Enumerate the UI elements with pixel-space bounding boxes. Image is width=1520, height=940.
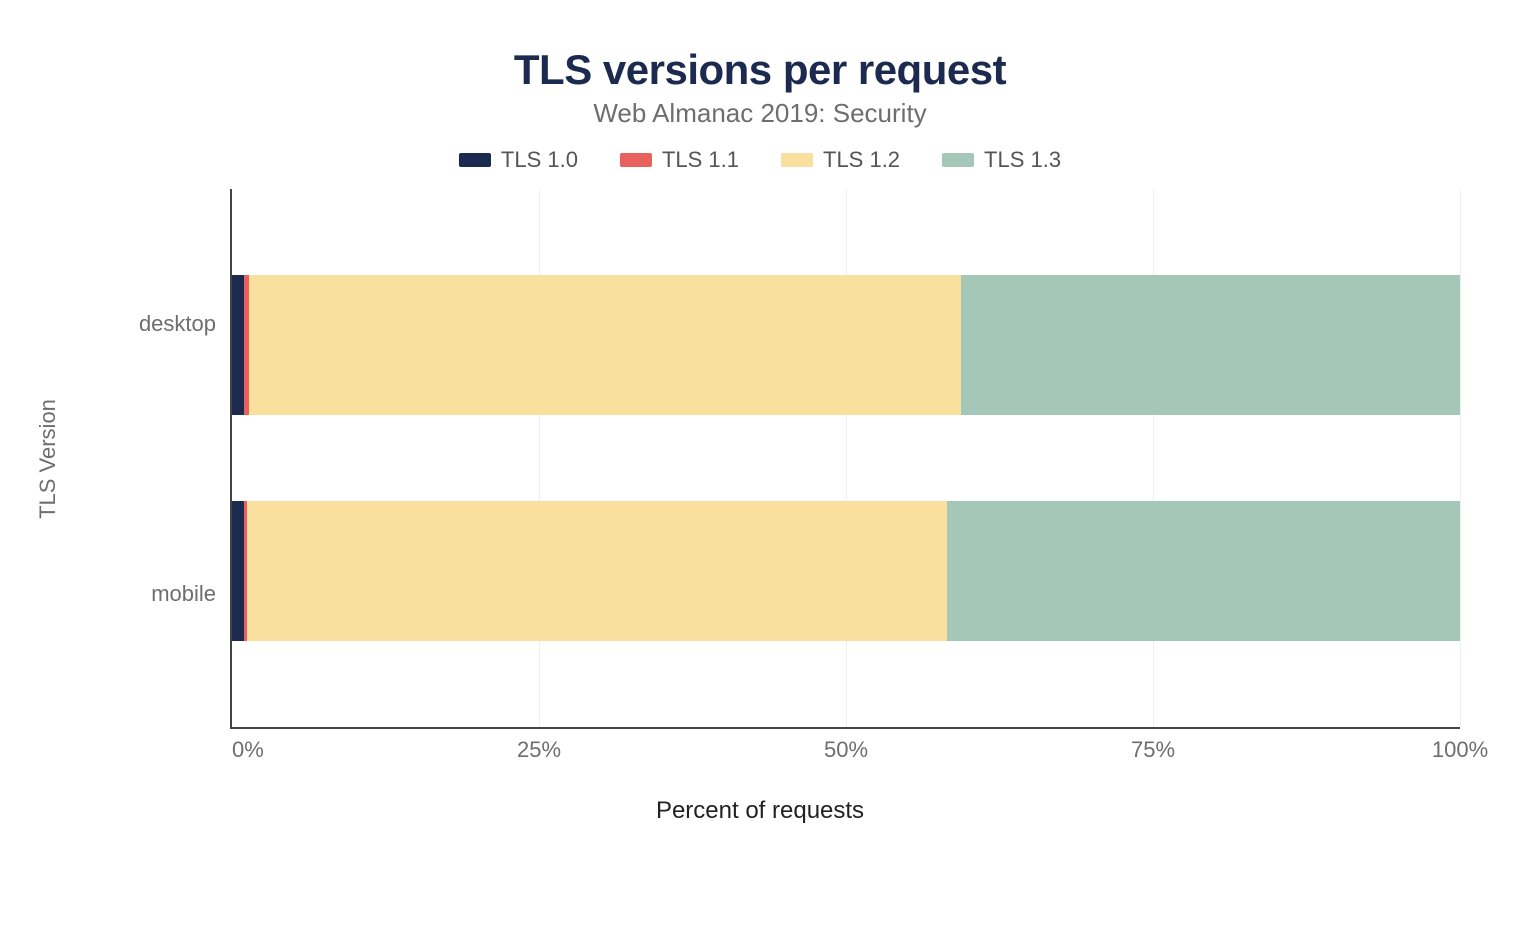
- x-axis-label: Percent of requests: [60, 797, 1460, 825]
- legend-swatch: [781, 153, 813, 167]
- bar-row-mobile: [232, 501, 1460, 641]
- gridline: [1460, 189, 1461, 727]
- y-axis-ticks: desktop mobile: [60, 189, 230, 729]
- bar-segment-tls-1.3[interactable]: [947, 501, 1460, 641]
- bar-segment-tls-1.2[interactable]: [249, 275, 961, 415]
- legend-label: TLS 1.2: [823, 147, 900, 173]
- legend-swatch: [459, 153, 491, 167]
- bars-layer: [232, 189, 1460, 727]
- bar-segment-tls-1.0[interactable]: [232, 275, 244, 415]
- legend-swatch: [620, 153, 652, 167]
- x-tick-label: 0%: [232, 737, 264, 763]
- bar-segment-tls-1.3[interactable]: [961, 275, 1460, 415]
- plot-area: 0%25%50%75%100%: [230, 189, 1460, 729]
- legend-item-tls-1.1[interactable]: TLS 1.1: [620, 147, 739, 173]
- legend-label: TLS 1.0: [501, 147, 578, 173]
- y-axis-label: TLS Version: [35, 399, 61, 519]
- bar-segment-tls-1.2[interactable]: [247, 501, 947, 641]
- legend-label: TLS 1.3: [984, 147, 1061, 173]
- y-tick-label: desktop: [139, 311, 216, 337]
- legend-item-tls-1.3[interactable]: TLS 1.3: [942, 147, 1061, 173]
- legend-item-tls-1.2[interactable]: TLS 1.2: [781, 147, 900, 173]
- legend-label: TLS 1.1: [662, 147, 739, 173]
- legend-swatch: [942, 153, 974, 167]
- x-tick-label: 25%: [517, 737, 561, 763]
- chart-title: TLS versions per request: [60, 46, 1460, 94]
- legend: TLS 1.0 TLS 1.1 TLS 1.2 TLS 1.3: [60, 147, 1460, 173]
- plot-frame: TLS Version desktopmobile 0%25%50%75%100…: [60, 189, 1460, 729]
- chart-subtitle: Web Almanac 2019: Security: [60, 98, 1460, 129]
- x-axis-ticks: 0%25%50%75%100%: [232, 737, 1460, 767]
- x-tick-label: 75%: [1131, 737, 1175, 763]
- bar-segment-tls-1.0[interactable]: [232, 501, 244, 641]
- x-tick-label: 50%: [824, 737, 868, 763]
- x-tick-label: 100%: [1432, 737, 1488, 763]
- legend-item-tls-1.0[interactable]: TLS 1.0: [459, 147, 578, 173]
- bar-row-desktop: [232, 275, 1460, 415]
- chart-container: TLS versions per request Web Almanac 201…: [0, 0, 1520, 940]
- y-tick-label: mobile: [151, 581, 216, 607]
